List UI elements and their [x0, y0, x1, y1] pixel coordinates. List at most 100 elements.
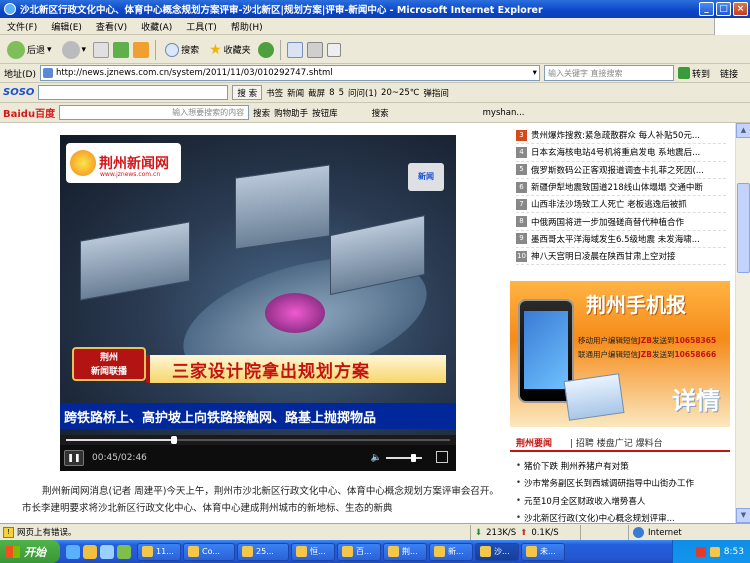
news-title[interactable]: 贵州爆炸搜救:紧急疏散群众 每人补贴50元... [531, 129, 700, 141]
scroll-down-arrow-icon[interactable]: ▼ [736, 508, 750, 523]
taskbar-item[interactable]: 25... [237, 542, 289, 561]
soso-tanzhijian[interactable]: 弹指间 [423, 87, 449, 99]
list-item[interactable]: 沙北新区行政(文化)中心概念规划评审... [516, 510, 730, 523]
ie-quicklaunch-icon[interactable] [66, 544, 80, 559]
pause-button[interactable]: ❚❚ [64, 450, 84, 466]
news-title[interactable]: 日本玄海核电站4号机将重启发电 系地震后... [531, 146, 700, 158]
scroll-up-arrow-icon[interactable]: ▲ [736, 123, 750, 138]
scroll-thumb[interactable] [737, 183, 750, 273]
search-button[interactable]: 搜索 [162, 39, 202, 61]
list-item[interactable]: 7 山西非法沙场致工人死亡 老板逃逸后被抓 [516, 196, 726, 214]
taskbar-item[interactable]: 恒... [291, 542, 335, 561]
baidu-shopping[interactable]: 购物助手 [274, 107, 308, 119]
video-progress-bar[interactable] [60, 435, 456, 445]
warning-icon[interactable]: ! [3, 526, 14, 538]
close-button[interactable]: × [733, 2, 748, 16]
ad-line-unicom-code: JZB [638, 350, 652, 359]
back-button[interactable]: 后退 ▾ [4, 39, 55, 61]
ad-line-mobile-code: JZB [638, 336, 652, 345]
news-title[interactable]: 神八天宫明日凌晨在陕西甘肃上空对接 [531, 250, 676, 262]
list-item[interactable]: 6 新疆伊犁地震致国道218线山体塌塌 交通中断 [516, 179, 726, 197]
taskbar-item[interactable]: 11... [137, 542, 181, 561]
news-title[interactable]: 墨西哥太平洋海域发生6.5级地震 未发海啸... [531, 233, 700, 245]
mail-icon[interactable] [286, 41, 303, 58]
history-icon[interactable] [257, 41, 274, 58]
soso-news[interactable]: 新闻 [287, 87, 304, 99]
baidu-user[interactable]: myshan... [483, 108, 525, 118]
soso-wenwen[interactable]: 问问(1) [348, 87, 377, 99]
task-label: 恒... [310, 547, 326, 556]
news-title[interactable]: 新疆伊犁地震致国道218线山体塌塌 交通中断 [531, 181, 703, 193]
vertical-scrollbar[interactable]: ▲ ▼ [735, 123, 750, 523]
news-title[interactable]: 山西非法沙场致工人死亡 老板逃逸后被抓 [531, 198, 687, 210]
volume-knob[interactable] [411, 454, 416, 462]
tray-app-icon[interactable] [695, 546, 706, 557]
list-item[interactable]: 5 俄罗斯数码公正客观报道调查卡扎菲之死因(... [516, 162, 726, 179]
print-icon[interactable] [306, 41, 323, 58]
list-item[interactable]: 8 中俄两国将进一步加强磋商替代种植合作 [516, 213, 726, 231]
list-item[interactable]: 9 墨西哥太平洋海域发生6.5级地震 未发海啸... [516, 231, 726, 249]
address-input[interactable]: http://news.jznews.com.cn/system/2011/11… [39, 65, 540, 81]
clock[interactable]: 8:53 [724, 547, 744, 557]
progress-knob[interactable] [170, 436, 177, 444]
desktop-quicklaunch-icon[interactable] [100, 544, 114, 559]
news-title[interactable]: 中俄两国将进一步加强磋商替代种植合作 [531, 216, 684, 228]
folder-quicklaunch-icon[interactable] [83, 544, 97, 559]
minimize-button[interactable]: _ [699, 2, 714, 16]
baidu-search-2[interactable]: 搜索 [372, 107, 389, 119]
soso-count-b[interactable]: 5 [339, 88, 344, 98]
baidu-button-lib[interactable]: 按钮库 [312, 107, 338, 119]
menu-edit[interactable]: 编辑(E) [44, 20, 89, 33]
speaker-icon: 🔈 [370, 453, 382, 463]
go-button[interactable]: 转到 [677, 67, 710, 80]
menu-help[interactable]: 帮助(H) [224, 20, 270, 33]
stop-icon[interactable] [93, 41, 110, 58]
quick-search-input[interactable]: 输入关键字 直接搜索 [543, 65, 674, 81]
volume-control[interactable]: 🔈 [371, 453, 422, 463]
list-item[interactable]: 3 贵州爆炸搜救:紧急疏散群众 每人补贴50元... [516, 127, 726, 145]
taskbar-item[interactable]: 新... [429, 542, 473, 561]
refresh-icon[interactable] [113, 41, 130, 58]
menu-file[interactable]: 文件(F) [0, 20, 44, 33]
mobile-news-ad[interactable]: 荆州手机报 移动用户编辑短信JZB发送到10658365 联通用户编辑短信JZB… [510, 281, 730, 427]
menu-favorites[interactable]: 收藏(A) [134, 20, 179, 33]
list-item[interactable]: 猪价下跌 荆州养猪户有对策 [516, 457, 730, 475]
taskbar-item-active[interactable]: 沙... [475, 542, 519, 561]
forward-button[interactable]: ▾ [59, 39, 90, 61]
tray-security-icon[interactable] [709, 546, 720, 557]
taskbar-item[interactable]: 未... [521, 542, 565, 561]
soso-count-a[interactable]: 8 [329, 88, 334, 98]
baidu-search-input[interactable]: 输入想要搜索的内容 [59, 105, 250, 120]
taskbar-item[interactable]: 百... [337, 542, 381, 561]
list-item[interactable]: 元至10月全区财政收入增势喜人 [516, 492, 730, 510]
list-item[interactable]: 4 日本玄海核电站4号机将重启发电 系地震后... [516, 144, 726, 162]
section-links[interactable]: | 招聘 楼盘广记 爆料台 [570, 436, 663, 449]
soso-search-button[interactable]: 搜 索 [232, 85, 263, 100]
taskbar-item[interactable]: Co... [183, 542, 235, 561]
menu-tools[interactable]: 工具(T) [179, 20, 224, 33]
video-player[interactable]: 荆州新闻网 www.jznews.com.cn 新闻 荆州 新闻联播 三家设计院… [60, 135, 456, 471]
edit-icon[interactable] [326, 42, 341, 57]
favorites-button[interactable]: ★ 收藏夹 [206, 39, 254, 61]
fullscreen-button[interactable] [436, 451, 448, 463]
home-icon[interactable] [133, 41, 150, 58]
news-title[interactable]: 俄罗斯数码公正客观报道调查卡扎菲之死因(... [531, 164, 704, 176]
list-item[interactable]: 10 神八天宫明日凌晨在陕西甘肃上空对接 [516, 248, 726, 266]
taskbar-item[interactable]: 荆... [383, 542, 427, 561]
go-label: 转到 [691, 69, 710, 80]
ad-line-mobile-mid: 发送到 [651, 336, 675, 345]
maximize-button[interactable]: □ [716, 2, 731, 16]
soso-search-input[interactable] [38, 85, 229, 100]
start-button[interactable]: 开始 [0, 540, 60, 563]
soso-weather[interactable]: 20~25℃ [381, 88, 419, 98]
baidu-search[interactable]: 搜索 [253, 107, 270, 119]
list-item[interactable]: 沙市常务副区长到西城调研指导中山街办工作 [516, 475, 730, 493]
ad-detail-button[interactable]: 详情 [672, 381, 720, 416]
menu-view[interactable]: 查看(V) [89, 20, 134, 33]
soso-bookmarks[interactable]: 书签 [266, 87, 283, 99]
section-title[interactable]: 荆州要闻 [510, 436, 552, 449]
links-label[interactable]: 链接 [720, 67, 738, 80]
app-quicklaunch-icon[interactable] [117, 544, 131, 559]
soso-screenshot[interactable]: 截屏 [308, 87, 325, 99]
rank-number: 4 [516, 146, 527, 158]
